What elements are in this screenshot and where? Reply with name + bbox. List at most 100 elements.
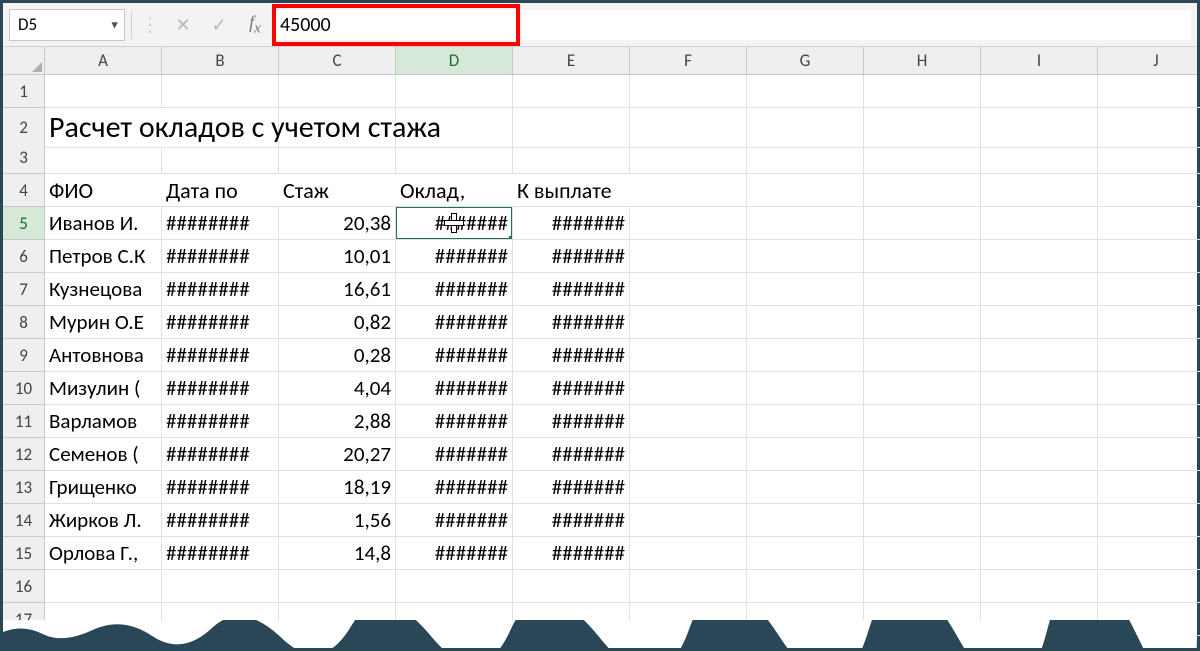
cell-B8[interactable]: ########: [162, 306, 279, 339]
cell-F3[interactable]: [630, 141, 747, 174]
cell-H16[interactable]: [864, 570, 981, 603]
cell-C15[interactable]: 14,8: [279, 537, 396, 570]
row-header-9[interactable]: 9: [3, 339, 45, 372]
column-header-E[interactable]: E: [513, 47, 630, 74]
cell-H6[interactable]: [864, 240, 981, 273]
cell-A7[interactable]: Кузнецова: [45, 273, 162, 306]
cell-F5[interactable]: [630, 207, 747, 240]
cell-J3[interactable]: [1098, 141, 1200, 174]
cell-G5[interactable]: [747, 207, 864, 240]
cell-E14[interactable]: #######: [513, 504, 630, 537]
cell-E12[interactable]: #######: [513, 438, 630, 471]
cell-A4[interactable]: ФИО: [45, 174, 162, 207]
row-header-15[interactable]: 15: [3, 537, 45, 570]
cell-I13[interactable]: [981, 471, 1098, 504]
cell-J1[interactable]: [1098, 75, 1200, 108]
cell-H10[interactable]: [864, 372, 981, 405]
cell-F7[interactable]: [630, 273, 747, 306]
cell-G10[interactable]: [747, 372, 864, 405]
cell-E10[interactable]: #######: [513, 372, 630, 405]
column-header-F[interactable]: F: [630, 47, 747, 74]
cell-G6[interactable]: [747, 240, 864, 273]
cell-E15[interactable]: #######: [513, 537, 630, 570]
cell-G14[interactable]: [747, 504, 864, 537]
insert-function-button[interactable]: fx: [240, 10, 270, 40]
row-header-11[interactable]: 11: [3, 405, 45, 438]
cell-I11[interactable]: [981, 405, 1098, 438]
cell-J11[interactable]: [1098, 405, 1200, 438]
cell-G8[interactable]: [747, 306, 864, 339]
cell-H11[interactable]: [864, 405, 981, 438]
cell-A13[interactable]: Грищенко: [45, 471, 162, 504]
column-header-H[interactable]: H: [864, 47, 981, 74]
cell-A8[interactable]: Мурин О.Е: [45, 306, 162, 339]
cell-G15[interactable]: [747, 537, 864, 570]
row-header-13[interactable]: 13: [3, 471, 45, 504]
cell-B10[interactable]: ########: [162, 372, 279, 405]
cell-J10[interactable]: [1098, 372, 1200, 405]
cell-A5[interactable]: Иванов И.: [45, 207, 162, 240]
cell-E9[interactable]: #######: [513, 339, 630, 372]
cell-B5[interactable]: ########: [162, 207, 279, 240]
cell-F12[interactable]: [630, 438, 747, 471]
cell-D5[interactable]: #######: [396, 207, 513, 240]
cell-J6[interactable]: [1098, 240, 1200, 273]
column-header-G[interactable]: G: [747, 47, 864, 74]
cell-D4[interactable]: Оклад,: [396, 174, 513, 207]
cell-A1[interactable]: [45, 75, 162, 108]
cell-E5[interactable]: #######: [513, 207, 630, 240]
cell-F6[interactable]: [630, 240, 747, 273]
row-header-4[interactable]: 4: [3, 174, 45, 207]
cell-E4[interactable]: К выплате: [513, 174, 630, 207]
cell-A16[interactable]: [45, 570, 162, 603]
cell-I12[interactable]: [981, 438, 1098, 471]
cell-B15[interactable]: ########: [162, 537, 279, 570]
cell-J4[interactable]: [1098, 174, 1200, 207]
cell-C16[interactable]: [279, 570, 396, 603]
column-header-C[interactable]: C: [279, 47, 396, 74]
cell-A9[interactable]: Антовнова: [45, 339, 162, 372]
cell-J12[interactable]: [1098, 438, 1200, 471]
cell-I14[interactable]: [981, 504, 1098, 537]
row-header-6[interactable]: 6: [3, 240, 45, 273]
cell-B16[interactable]: [162, 570, 279, 603]
cell-J14[interactable]: [1098, 504, 1200, 537]
formula-bar-rest[interactable]: [522, 10, 1191, 40]
cell-G12[interactable]: [747, 438, 864, 471]
cell-I16[interactable]: [981, 570, 1098, 603]
cell-G9[interactable]: [747, 339, 864, 372]
cell-I10[interactable]: [981, 372, 1098, 405]
cell-J13[interactable]: [1098, 471, 1200, 504]
cell-J9[interactable]: [1098, 339, 1200, 372]
cell-B1[interactable]: [162, 75, 279, 108]
cell-J7[interactable]: [1098, 273, 1200, 306]
spreadsheet-grid[interactable]: 12Расчет окладов с учетом стажа34ФИОДата…: [3, 75, 1197, 636]
cell-A6[interactable]: Петров С.К: [45, 240, 162, 273]
cell-G13[interactable]: [747, 471, 864, 504]
cell-B13[interactable]: ########: [162, 471, 279, 504]
cell-C11[interactable]: 2,88: [279, 405, 396, 438]
cell-J15[interactable]: [1098, 537, 1200, 570]
column-header-B[interactable]: B: [162, 47, 279, 74]
cancel-button[interactable]: ✕: [168, 10, 198, 40]
cell-C5[interactable]: 20,38: [279, 207, 396, 240]
cell-G4[interactable]: [747, 174, 864, 207]
row-header-5[interactable]: 5: [3, 207, 45, 240]
cell-G7[interactable]: [747, 273, 864, 306]
cell-F14[interactable]: [630, 504, 747, 537]
formula-input[interactable]: [276, 10, 516, 40]
row-header-10[interactable]: 10: [3, 372, 45, 405]
cell-H9[interactable]: [864, 339, 981, 372]
cell-D16[interactable]: [396, 570, 513, 603]
cell-I15[interactable]: [981, 537, 1098, 570]
cell-E16[interactable]: [513, 570, 630, 603]
cell-H8[interactable]: [864, 306, 981, 339]
cell-I3[interactable]: [981, 141, 1098, 174]
cell-E6[interactable]: #######: [513, 240, 630, 273]
cell-H5[interactable]: [864, 207, 981, 240]
cell-D8[interactable]: #######: [396, 306, 513, 339]
cell-F10[interactable]: [630, 372, 747, 405]
cell-H12[interactable]: [864, 438, 981, 471]
cell-C8[interactable]: 0,82: [279, 306, 396, 339]
cell-I9[interactable]: [981, 339, 1098, 372]
